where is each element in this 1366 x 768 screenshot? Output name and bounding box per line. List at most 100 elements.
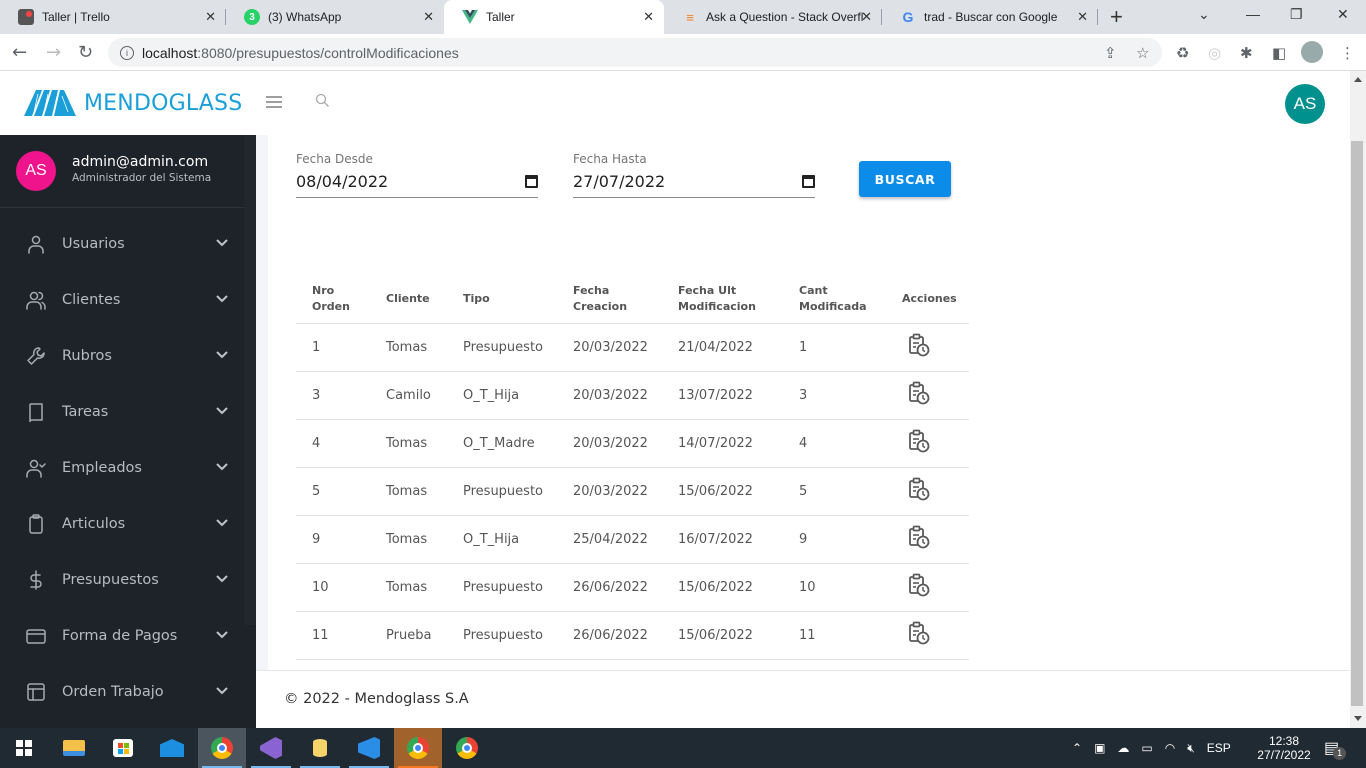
close-window-button[interactable]: ✕ <box>1337 6 1349 23</box>
chevron-down-icon[interactable] <box>215 348 229 362</box>
calendar-icon[interactable] <box>802 175 815 188</box>
chevron-down-icon[interactable] <box>215 572 229 586</box>
clipboard-history-icon[interactable] <box>908 333 930 357</box>
clipboard-history-icon[interactable] <box>908 621 930 645</box>
chevron-down-icon[interactable] <box>215 292 229 306</box>
tab-search-icon[interactable]: ⌄ <box>1198 6 1210 23</box>
footer-copyright: © 2022 - Mendoglass S.A <box>284 691 469 707</box>
close-tab-icon[interactable]: ✕ <box>643 9 654 25</box>
camera-icon[interactable]: ▣ <box>1094 741 1105 755</box>
tab-whatsapp[interactable]: 3 (3) WhatsApp ✕ <box>226 0 444 34</box>
tab-trello[interactable]: Taller | Trello ✕ <box>0 0 226 34</box>
sidebar-item-orden-trabajo[interactable]: Orden Trabajo <box>0 664 244 720</box>
sidebar-item-usuarios[interactable]: Usuarios <box>0 216 244 272</box>
chevron-down-icon[interactable] <box>215 516 229 530</box>
sidebar-item-rubros[interactable]: Rubros <box>0 328 244 384</box>
show-hidden-icons[interactable]: ⌃ <box>1072 741 1082 755</box>
restore-button[interactable]: ❐ <box>1290 6 1303 23</box>
cell-cant: 10 <box>783 563 886 612</box>
cell-creacion: 20/03/2022 <box>557 323 662 372</box>
wifi-icon[interactable]: ◠ <box>1165 741 1175 755</box>
sidebar-item-articulos[interactable]: Articulos <box>0 496 244 552</box>
minimize-button[interactable]: — <box>1246 6 1260 22</box>
sidebar-item-empleados[interactable]: Empleados <box>0 440 244 496</box>
table-row: 3 Camilo O_T_Hija 20/03/2022 13/07/2022 3 <box>296 371 969 420</box>
sidebar-item-presupuestos[interactable]: Presupuestos <box>0 552 244 608</box>
reload-button[interactable]: ↻ <box>78 42 93 63</box>
sidebar-scrollbar[interactable] <box>244 135 256 625</box>
table-row: 10 Tomas Presupuesto 26/06/2022 15/06/2022 10 <box>296 563 969 612</box>
chrome-taskbar-icon[interactable] <box>198 728 246 768</box>
share-icon[interactable]: ⇪ <box>1104 44 1117 62</box>
chevron-down-icon[interactable] <box>215 628 229 642</box>
close-tab-icon[interactable]: ✕ <box>1077 9 1088 25</box>
fecha-desde-field[interactable]: Fecha Desde 08/04/2022 <box>296 152 538 198</box>
sidebar-item-clientes[interactable]: Clientes <box>0 272 244 328</box>
calendar-icon[interactable] <box>525 175 538 188</box>
store-icon[interactable] <box>99 728 147 768</box>
scroll-down-arrow[interactable] <box>1354 716 1362 721</box>
fecha-desde-input[interactable]: 08/04/2022 <box>296 168 538 198</box>
close-tab-icon[interactable]: ✕ <box>861 9 872 25</box>
chrome-taskbar-icon-2[interactable] <box>394 728 442 768</box>
notification-center-icon[interactable]: ▤ 1 <box>1324 728 1347 768</box>
language-indicator[interactable]: ESP <box>1207 741 1231 755</box>
clipboard-history-icon[interactable] <box>908 381 930 405</box>
credit-card-icon <box>26 629 46 644</box>
header-user-avatar[interactable]: AS <box>1285 84 1325 124</box>
chevron-down-icon[interactable] <box>215 404 229 418</box>
search-icon[interactable] <box>315 93 330 108</box>
clipboard-history-icon[interactable] <box>908 477 930 501</box>
bookmark-star-icon[interactable]: ☆ <box>1136 44 1149 62</box>
page-scrollbar[interactable] <box>1350 71 1366 728</box>
chevron-down-icon[interactable] <box>215 460 229 474</box>
tab-google[interactable]: G trad - Buscar con Google ✕ <box>882 0 1098 34</box>
chevron-down-icon[interactable] <box>215 236 229 250</box>
buscar-button[interactable]: BUSCAR <box>859 161 951 197</box>
clock[interactable]: 12:38 27/7/2022 <box>1254 728 1314 768</box>
start-button[interactable] <box>0 728 48 768</box>
recycle-extension-icon[interactable]: ♻ <box>1176 44 1189 62</box>
extensions-puzzle-icon[interactable]: ✱ <box>1240 44 1253 62</box>
table-row: 9 Tomas O_T_Hija 25/04/2022 16/07/2022 9 <box>296 515 969 564</box>
chrome-taskbar-icon-3[interactable] <box>443 728 491 768</box>
new-tab-button[interactable]: + <box>1110 4 1123 30</box>
sidebar-item-forma-de-pagos[interactable]: Forma de Pagos <box>0 608 244 664</box>
site-info-icon[interactable]: i <box>120 45 134 60</box>
clipboard-history-icon[interactable] <box>908 429 930 453</box>
cell-creacion: 20/03/2022 <box>557 467 662 516</box>
browser-menu-icon[interactable]: ⋮ <box>1340 44 1355 62</box>
forward-button[interactable]: → <box>46 42 61 63</box>
file-explorer-icon[interactable] <box>50 728 98 768</box>
fecha-desde-label: Fecha Desde <box>296 152 373 166</box>
profile-avatar[interactable] <box>1301 41 1323 63</box>
battery-icon[interactable]: ▭ <box>1141 741 1152 755</box>
column-header-text: Acciones <box>902 291 957 305</box>
brand-logo[interactable]: MENDOGLASS <box>24 90 242 116</box>
database-tool-icon[interactable] <box>296 728 344 768</box>
back-button[interactable]: ← <box>12 42 27 63</box>
fecha-hasta-label: Fecha Hasta <box>573 152 647 166</box>
mail-icon[interactable] <box>148 728 196 768</box>
fecha-hasta-input[interactable]: 27/07/2022 <box>573 168 815 198</box>
onedrive-icon[interactable]: ☁ <box>1117 741 1129 755</box>
scroll-thumb[interactable] <box>1351 141 1363 706</box>
close-tab-icon[interactable]: ✕ <box>423 9 434 25</box>
sidebar-item-tareas[interactable]: Tareas <box>0 384 244 440</box>
chevron-down-icon[interactable] <box>215 684 229 698</box>
extension-icon[interactable]: ◎ <box>1208 44 1221 62</box>
volume-muted-icon[interactable]: 🔇︎ <box>1187 741 1195 756</box>
scroll-up-arrow[interactable] <box>1354 77 1362 82</box>
clipboard-history-icon[interactable] <box>908 573 930 597</box>
visual-studio-icon[interactable] <box>247 728 295 768</box>
vscode-icon[interactable] <box>345 728 393 768</box>
side-panel-icon[interactable]: ◧ <box>1272 44 1286 62</box>
url-input[interactable]: i localhost:8080/presupuestos/controlMod… <box>108 38 1162 67</box>
menu-toggle-icon[interactable] <box>266 96 282 108</box>
fecha-hasta-field[interactable]: Fecha Hasta 27/07/2022 <box>573 152 815 198</box>
cell-tipo: Presupuesto <box>447 467 557 516</box>
tab-stackoverflow[interactable]: ≡ Ask a Question - Stack Overfl ✕ <box>664 0 882 34</box>
close-tab-icon[interactable]: ✕ <box>205 9 216 25</box>
clipboard-history-icon[interactable] <box>908 525 930 549</box>
tab-taller[interactable]: Taller ✕ <box>444 0 664 34</box>
